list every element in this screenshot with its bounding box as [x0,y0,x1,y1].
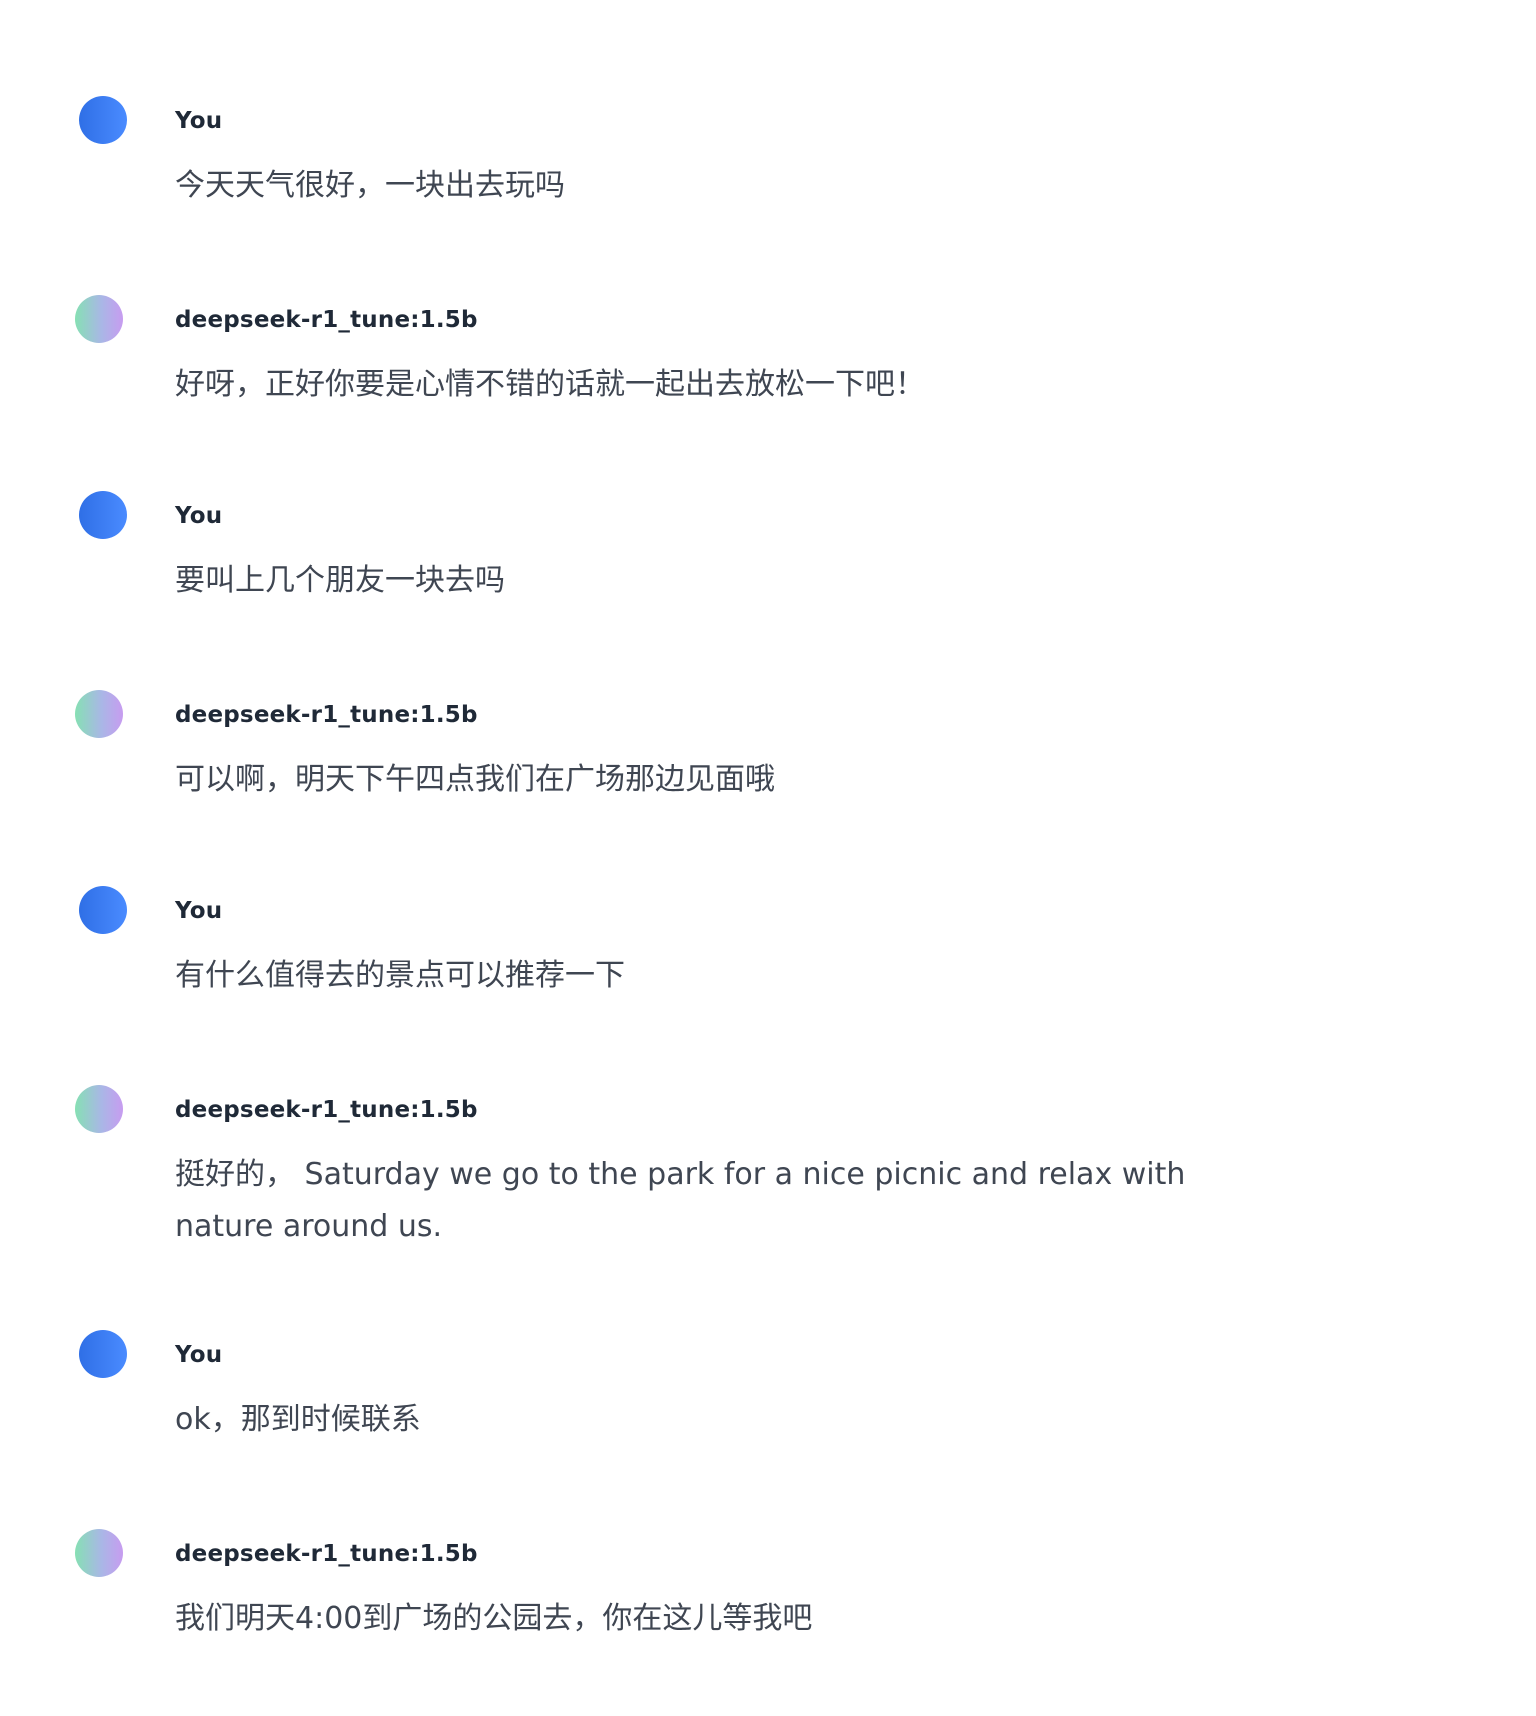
chat-transcript: You 今天天气很好，一块出去玩吗 deepseek-r1_tune:1.5b … [0,0,1536,1716]
assistant-avatar-icon [75,690,123,738]
message-text: 今天天气很好，一块出去玩吗 [175,168,565,203]
user-avatar-icon [79,1330,127,1378]
user-avatar-icon [79,886,127,934]
message-author: You [175,108,223,134]
assistant-avatar-icon [75,295,123,343]
message-text: 挺好的， Saturday we go to the park for a ni… [175,1157,1186,1244]
message-author: You [175,1342,223,1368]
assistant-avatar-icon [75,1085,123,1133]
message-author: deepseek-r1_tune:1.5b [175,307,478,333]
user-avatar-icon [79,491,127,539]
message-text: 好呀，正好你要是心情不错的话就一起出去放松一下吧！ [175,367,925,402]
message-text: 我们明天4:00到广场的公园去，你在这儿等我吧 [175,1601,813,1636]
message-text: 可以啊，明天下午四点我们在广场那边见面哦 [175,762,775,797]
message-author: You [175,898,223,924]
message-author: deepseek-r1_tune:1.5b [175,702,478,728]
message-author: You [175,503,223,529]
message-author: deepseek-r1_tune:1.5b [175,1541,478,1567]
message-text: 有什么值得去的景点可以推荐一下 [175,958,625,993]
message-author: deepseek-r1_tune:1.5b [175,1097,478,1123]
message-text: ok，那到时候联系 [175,1402,421,1437]
user-avatar-icon [79,96,127,144]
message-text: 要叫上几个朋友一块去吗 [175,563,505,598]
assistant-avatar-icon [75,1529,123,1577]
